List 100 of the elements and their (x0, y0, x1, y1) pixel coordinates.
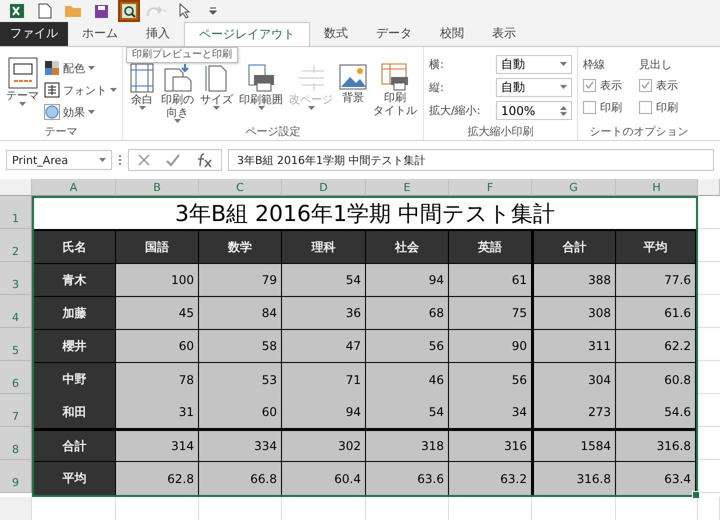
folder-icon[interactable] (64, 4, 82, 18)
dropdown-field[interactable]: 自動 (496, 78, 572, 97)
table-cell: 94 (366, 264, 449, 297)
printer-icon (246, 63, 276, 93)
ribbon-tab[interactable]: データ (362, 22, 426, 46)
ribbon-tab[interactable]: 表示 (478, 22, 530, 46)
table-cell: 56 (449, 363, 532, 396)
table-cell: 1584 (532, 429, 616, 462)
new-file-icon[interactable] (38, 3, 52, 19)
function-icon[interactable] (195, 152, 213, 168)
table-cell: 60.8 (616, 363, 696, 396)
column-header[interactable]: B (116, 179, 199, 196)
column-header[interactable]: F (449, 179, 532, 196)
row-header[interactable]: 4 (0, 295, 32, 328)
customize-icon[interactable] (209, 7, 217, 15)
table-cell: 273 (532, 396, 616, 429)
table-cell: 90 (449, 330, 532, 363)
cancel-icon[interactable] (137, 153, 151, 167)
formula-field[interactable]: 3年B組 2016年1学期 中間テスト集計 (228, 149, 714, 171)
page-setup-button[interactable]: 印刷範囲 (238, 63, 284, 124)
column-heading-cell: 数学 (199, 231, 282, 264)
table-cell: 75 (449, 297, 532, 330)
checkbox[interactable]: 印刷 (639, 98, 695, 116)
check-mark-icon (585, 81, 594, 89)
row-label-cell: 加藤 (34, 297, 116, 330)
caret-icon (110, 88, 117, 92)
page-setup-button[interactable]: 背景 (338, 63, 368, 124)
row-header[interactable]: 2 (0, 229, 32, 262)
pointer-icon[interactable] (179, 3, 191, 19)
caret-icon (99, 158, 106, 162)
row-label-cell: 中野 (34, 363, 116, 396)
row-label-cell: 合計 (34, 429, 116, 462)
color-palette-icon (44, 60, 60, 76)
table-cell: 84 (199, 297, 282, 330)
spinner-field[interactable]: 100% (496, 101, 572, 120)
scale-label: 拡大/縮小: (429, 103, 482, 118)
ribbon-tab[interactable]: ホーム (68, 22, 132, 46)
ribbon-tab[interactable]: 挿入 (132, 22, 184, 46)
row-header[interactable]: 3 (0, 262, 32, 295)
checkbox[interactable]: 表示 (639, 76, 695, 94)
table-cell: 334 (199, 429, 282, 462)
table-cell: 304 (532, 363, 616, 396)
column-header[interactable]: C (199, 179, 282, 196)
row-header[interactable]: 6 (0, 361, 32, 394)
column-header[interactable]: G (532, 179, 616, 196)
theme-option-button[interactable]: フォント (44, 79, 117, 101)
page-setup-button[interactable]: 印刷 タイトル (372, 63, 418, 124)
row-header[interactable]: 1 (0, 196, 32, 229)
row-label-cell: 和田 (34, 396, 116, 429)
ribbon-tab[interactable]: ページレイアウト (184, 22, 310, 46)
more-icon (118, 154, 122, 166)
spinner-arrows-icon[interactable] (560, 104, 567, 116)
checkbox[interactable]: 印刷 (583, 98, 639, 116)
row-label-cell: 平均 (34, 462, 116, 495)
table-cell: 61.6 (616, 297, 696, 330)
margins-icon (129, 63, 155, 93)
check-icon[interactable] (165, 153, 181, 167)
checkbox[interactable]: 表示 (583, 76, 639, 94)
themes-button[interactable]: テーマ (5, 57, 40, 124)
theme-option-button[interactable]: 効果 (44, 101, 117, 123)
fill-handle[interactable] (692, 491, 700, 499)
page-setup-button[interactable]: サイズ (199, 63, 234, 124)
column-heading-cell: 平均 (616, 231, 696, 264)
ribbon-tab[interactable]: 校閲 (426, 22, 478, 46)
table-cell: 45 (116, 297, 199, 330)
column-header[interactable]: E (366, 179, 449, 196)
table-cell: 388 (532, 264, 616, 297)
table-cell: 60 (199, 396, 282, 429)
page-setup-button[interactable]: 印刷の 向き (160, 63, 195, 124)
dropdown-field[interactable]: 自動 (496, 55, 572, 74)
scale-label: 横: (429, 57, 445, 72)
table-cell: 314 (116, 429, 199, 462)
row-header[interactable]: 9 (0, 460, 32, 493)
table-cell: 46 (366, 363, 449, 396)
table-cell: 318 (366, 429, 449, 462)
column-header[interactable]: H (616, 179, 698, 196)
page-size-icon (204, 63, 230, 93)
ribbon-tab[interactable]: ファイル (0, 22, 68, 46)
table-cell: 53 (199, 363, 282, 396)
save-icon[interactable] (94, 4, 108, 18)
page-setup-button[interactable]: 余白 (128, 63, 156, 124)
column-heading-cell: 合計 (532, 231, 616, 264)
orientation-icon (162, 63, 192, 93)
row-header[interactable]: 7 (0, 394, 32, 427)
theme-option-button[interactable]: 配色 (44, 57, 117, 79)
column-header[interactable]: D (282, 179, 366, 196)
table-cell: 316.8 (532, 462, 616, 495)
caret-icon (308, 106, 314, 111)
row-label-cell: 青木 (34, 264, 116, 297)
sheet-title: 3年B組 2016年1学期 中間テスト集計 (174, 200, 556, 228)
column-header[interactable]: A (32, 179, 116, 196)
select-all-corner[interactable] (0, 179, 32, 196)
ribbon-tab[interactable]: 数式 (310, 22, 362, 46)
table-cell: 66.8 (199, 462, 282, 495)
name-box[interactable]: Print_Area (6, 150, 112, 170)
table-cell: 60.4 (282, 462, 366, 495)
table-cell: 63.4 (616, 462, 696, 495)
row-header[interactable]: 5 (0, 328, 32, 361)
table-cell: 302 (282, 429, 366, 462)
row-header[interactable]: 8 (0, 427, 32, 460)
